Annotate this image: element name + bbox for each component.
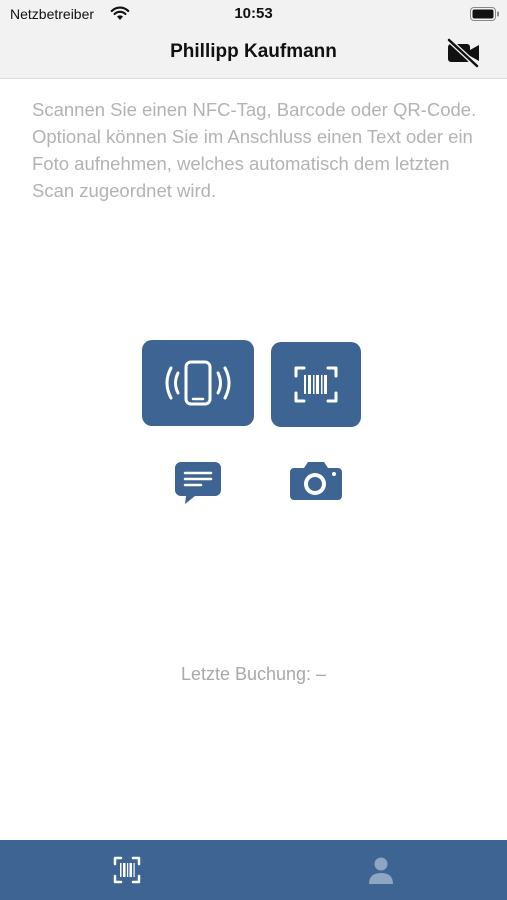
camera-icon — [288, 458, 344, 504]
nfc-scan-button[interactable] — [142, 340, 254, 426]
video-off-icon — [444, 38, 484, 68]
clock: 10:53 — [234, 5, 273, 22]
take-photo-button[interactable] — [288, 458, 344, 504]
barcode-scan-button[interactable] — [271, 342, 361, 427]
tab-bar — [0, 840, 507, 900]
navigation-bar: Phillipp Kaufmann — [0, 28, 507, 79]
battery-icon — [470, 7, 500, 21]
person-icon — [354, 848, 408, 892]
instructions-text: Scannen Sie einen NFC-Tag, Barcode oder … — [32, 99, 477, 201]
status-bar: Netzbetreiber 10:53 — [0, 0, 507, 28]
text-bubble-icon — [173, 458, 223, 506]
tab-profile[interactable] — [354, 848, 408, 892]
nfc-phone-icon — [142, 340, 254, 426]
last-booking-label: Letzte Buchung: – — [180, 664, 327, 684]
barcode-scan-icon — [100, 848, 154, 892]
barcode-scan-icon — [271, 342, 361, 427]
page-title: Phillipp Kaufmann — [170, 41, 337, 62]
add-text-button[interactable] — [173, 458, 223, 506]
video-off-button[interactable] — [444, 38, 484, 68]
tab-scan[interactable] — [100, 848, 154, 892]
